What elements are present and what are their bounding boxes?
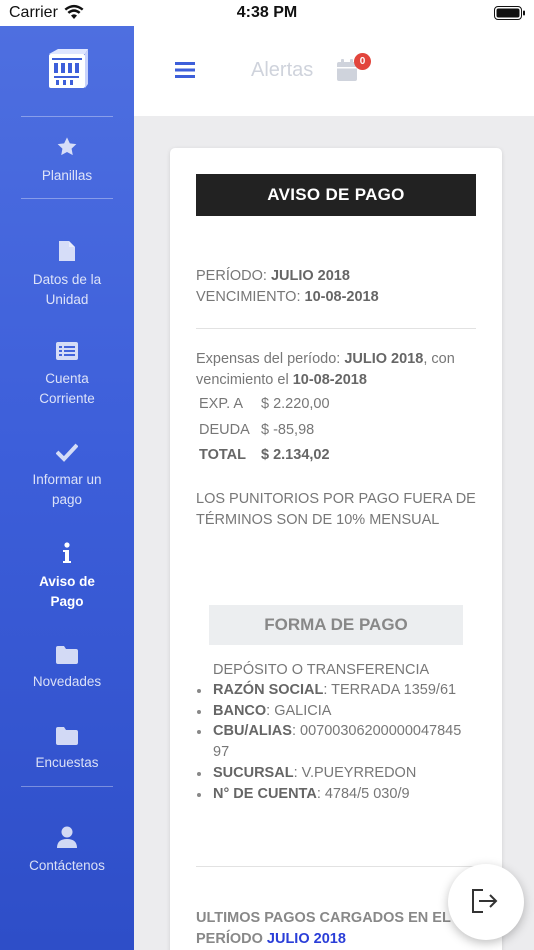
sidebar-divider [21, 116, 113, 117]
alerts-link[interactable]: Alertas [251, 59, 313, 82]
item-label: N° DE CUENTA [213, 786, 317, 802]
sidebar-item-label: Datos de la Unidad [32, 272, 102, 307]
vencimiento-label: VENCIMIENTO: [196, 289, 305, 305]
app-logo[interactable] [46, 48, 88, 92]
total-value: $ 2.134,02 [261, 447, 330, 463]
sidebar-item-label: Encuestas [35, 755, 99, 770]
sidebar: Planillas Datos de la Unidad Cuenta Corr… [0, 26, 134, 950]
sidebar-item-label: Informar un pago [32, 472, 102, 507]
amount-row: EXP. A $ 2.220,00 [199, 396, 330, 412]
star-icon [57, 137, 77, 156]
expensas-fecha: 10-08-2018 [292, 372, 367, 388]
list-icon [56, 342, 78, 360]
periodo-line: PERÍODO: JULIO 2018 [196, 266, 350, 287]
sidebar-item-novedades[interactable]: Novedades [0, 646, 134, 692]
expensas-prefix: Expensas del período: [196, 351, 345, 367]
sidebar-divider [21, 786, 113, 787]
item-label: CBU/ALIAS [213, 723, 292, 739]
amount-value: $ 2.220,00 [261, 396, 330, 412]
page-title: AVISO DE PAGO [196, 174, 476, 216]
vencimiento-value: 10-08-2018 [304, 289, 379, 305]
punitorios-notice: LOS PUNITORIOS POR PAGO FUERA DE TÉRMINO… [196, 491, 476, 528]
sidebar-item-label: Novedades [32, 674, 102, 689]
list-item: N° DE CUENTA: 4784/5 030/9 [213, 784, 410, 805]
amount-row: DEUDA $ -85,98 [199, 422, 314, 438]
expensas-periodo: JULIO 2018 [344, 351, 424, 367]
sidebar-item-label: Contáctenos [29, 858, 105, 873]
list-item: SUCURSAL: V.PUEYRREDON [213, 763, 416, 784]
expensas-text: Expensas del período: JULIO 2018, con ve… [196, 349, 478, 391]
hamburger-menu-icon[interactable] [175, 61, 195, 79]
checkmark-icon [56, 443, 78, 462]
payment-notice-card: AVISO DE PAGO PERÍODO: JULIO 2018 VENCIM… [170, 148, 502, 950]
logout-button[interactable] [448, 864, 524, 940]
sidebar-item-aviso-pago[interactable]: Aviso de Pago [0, 542, 134, 612]
amount-label: DEUDA [199, 422, 250, 438]
periodo-label: PERÍODO: [196, 268, 271, 284]
sidebar-divider [21, 198, 113, 199]
forma-intro: DEPÓSITO O TRANSFERENCIA [213, 662, 430, 678]
vencimiento-line: VENCIMIENTO: 10-08-2018 [196, 287, 379, 308]
sidebar-item-datos-unidad[interactable]: Datos de la Unidad [0, 240, 134, 310]
logout-icon [472, 889, 498, 913]
user-icon [57, 826, 77, 848]
info-icon [63, 542, 71, 563]
sidebar-item-label: Aviso de Pago [39, 574, 95, 609]
bullet [197, 772, 201, 776]
alerts-count-badge: 0 [354, 53, 371, 70]
bullet [197, 793, 201, 797]
folder-icon [56, 727, 78, 745]
item-value: : V.PUEYRREDON [293, 765, 417, 781]
sidebar-item-informar-pago[interactable]: Informar un pago [0, 442, 134, 510]
amount-label: EXP. A [199, 396, 244, 412]
item-label: BANCO [213, 703, 267, 719]
list-item: RAZÓN SOCIAL: TERRADA 1359/61 [213, 680, 456, 701]
clock: 4:38 PM [236, 4, 298, 21]
item-label: RAZÓN SOCIAL [213, 682, 324, 698]
periodo-value: JULIO 2018 [270, 268, 350, 284]
sidebar-item-contactenos[interactable]: Contáctenos [0, 826, 134, 876]
bullet [197, 710, 201, 714]
sidebar-item-label: Cuenta Corriente [39, 371, 95, 406]
item-value: : 4784/5 030/9 [316, 786, 410, 802]
total-row: TOTAL $ 2.134,02 [199, 447, 330, 463]
bullet [197, 689, 201, 693]
document-icon [59, 241, 75, 261]
sidebar-item-label: Planillas [41, 168, 93, 183]
divider [196, 328, 476, 329]
sidebar-item-cuenta-corriente[interactable]: Cuenta Corriente [0, 341, 134, 409]
sidebar-item-encuestas[interactable]: Encuestas [0, 727, 134, 773]
item-label: SUCURSAL [213, 765, 294, 781]
item-value: : TERRADA 1359/61 [323, 682, 457, 698]
status-bar: Carrier 4:38 PM [0, 0, 534, 26]
sidebar-item-planillas[interactable]: Planillas [0, 136, 134, 186]
ultimos-periodo: JULIO 2018 [266, 931, 346, 947]
battery-icon [494, 6, 525, 20]
list-item: CBU/ALIAS: 0070030620000004784597 [213, 721, 463, 762]
item-value: : GALICIA [266, 703, 332, 719]
divider [196, 866, 476, 867]
list-item: BANCO: GALICIA [213, 701, 331, 722]
ultimos-pagos-heading: ULTIMOS PAGOS CARGADOS EN EL PERÍODO JUL… [196, 908, 482, 950]
bullet [197, 730, 201, 734]
top-bar: Alertas 0 [134, 26, 534, 116]
total-label: TOTAL [199, 447, 246, 463]
forma-de-pago-title: FORMA DE PAGO [209, 605, 463, 645]
folder-icon [56, 646, 78, 664]
amount-value: $ -85,98 [261, 422, 315, 438]
